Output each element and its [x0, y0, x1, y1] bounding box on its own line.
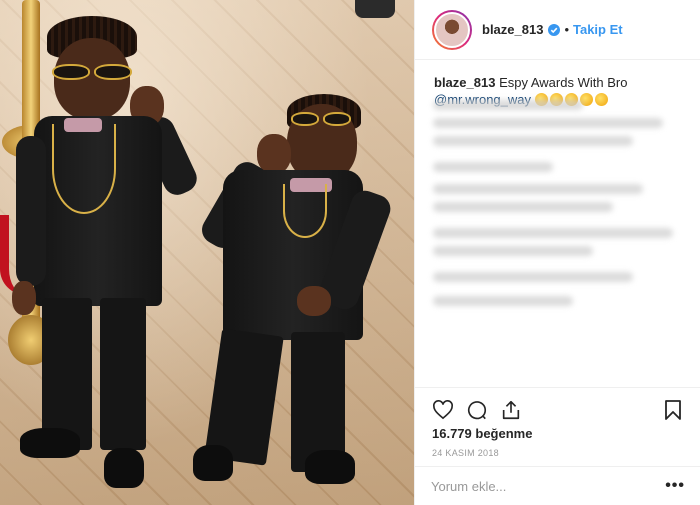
post-photo[interactable]: [0, 0, 414, 505]
sunglasses: [291, 112, 351, 126]
more-options-icon[interactable]: •••: [665, 477, 685, 495]
blurred-comments: [433, 100, 691, 330]
comment-input[interactable]: [431, 478, 666, 494]
comment-icon[interactable]: [465, 398, 489, 422]
background-person-feet: [355, 0, 395, 18]
post-side-panel: blaze_813 • Takip Et blaze_813 Espy Awar…: [414, 0, 700, 505]
avatar[interactable]: [432, 9, 472, 50]
follow-button[interactable]: Takip Et: [573, 22, 623, 37]
header-username[interactable]: blaze_813: [482, 22, 543, 37]
separator-dot: •: [564, 22, 569, 37]
share-icon[interactable]: [499, 398, 523, 422]
kid-right: [193, 90, 395, 500]
sunglasses: [52, 64, 132, 80]
caption-username[interactable]: blaze_813: [434, 75, 495, 90]
like-count[interactable]: 16.779 beğenme: [432, 426, 532, 441]
gold-chain: [283, 184, 327, 238]
verified-badge-icon: [548, 23, 561, 36]
bookmark-icon[interactable]: [661, 398, 685, 422]
gold-chain: [52, 124, 116, 214]
action-bar: [415, 387, 700, 423]
post-date[interactable]: 24 KASIM 2018: [432, 448, 499, 458]
instagram-post: blaze_813 • Takip Et blaze_813 Espy Awar…: [0, 0, 700, 505]
post-header: blaze_813 • Takip Et: [415, 0, 700, 60]
caption-text: Espy Awards With Bro: [499, 75, 628, 90]
kid-left: [12, 16, 222, 496]
heart-icon[interactable]: [431, 398, 455, 422]
comment-bar: •••: [415, 466, 700, 505]
